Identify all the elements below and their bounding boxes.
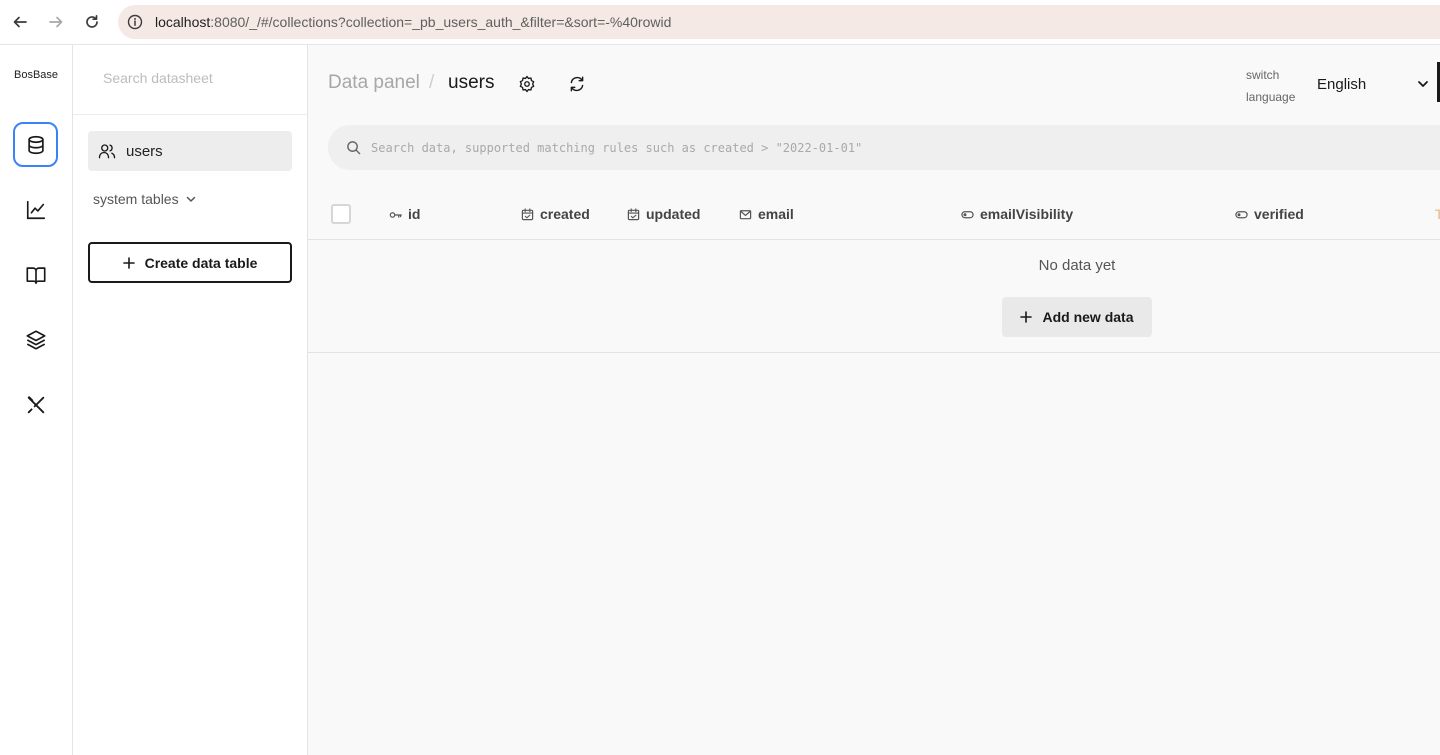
site-info-icon[interactable] bbox=[127, 14, 143, 30]
language-value: English bbox=[1317, 75, 1367, 93]
select-all-checkbox[interactable] bbox=[331, 204, 351, 224]
url-text: localhost:8080/_/#/collections?collectio… bbox=[155, 14, 671, 30]
records-search-input[interactable]: Search data, supported matching rules su… bbox=[328, 125, 1440, 170]
column-label: emailVisibility bbox=[980, 206, 1074, 222]
key-icon bbox=[389, 211, 402, 218]
language-select[interactable]: English bbox=[1317, 74, 1429, 94]
rail-layers-button[interactable] bbox=[13, 317, 58, 362]
add-record-label: Add new data bbox=[1042, 309, 1134, 325]
calendar-icon bbox=[627, 207, 640, 220]
rail-collections-button[interactable] bbox=[13, 122, 58, 167]
create-collection-label: Create data table bbox=[144, 254, 258, 271]
system-tables-toggle[interactable]: system tables bbox=[93, 191, 197, 207]
collection-settings-button[interactable] bbox=[516, 73, 538, 95]
calendar-icon bbox=[521, 207, 534, 220]
column-label: verified bbox=[1254, 206, 1304, 222]
tools-icon bbox=[27, 395, 44, 413]
column-header-verified[interactable]: verified bbox=[1235, 206, 1304, 222]
create-collection-button[interactable]: Create data table bbox=[88, 242, 292, 283]
breadcrumb-root[interactable]: Data panel bbox=[328, 72, 420, 94]
plus-icon bbox=[122, 256, 135, 269]
column-header-created[interactable]: created bbox=[521, 206, 590, 222]
plus-icon bbox=[1020, 311, 1033, 323]
book-icon bbox=[25, 266, 46, 284]
column-header-updated[interactable]: updated bbox=[627, 206, 700, 222]
sidebar-item-users[interactable]: users bbox=[88, 131, 292, 171]
collections-sidebar: Search datasheet users system tables Cre… bbox=[73, 45, 308, 755]
records-search-placeholder: Search data, supported matching rules su… bbox=[371, 140, 863, 155]
toggle-icon bbox=[1235, 210, 1248, 218]
refresh-icon bbox=[570, 76, 584, 92]
back-icon[interactable] bbox=[9, 11, 31, 33]
system-tables-label: system tables bbox=[93, 191, 179, 207]
sidebar-item-label: users bbox=[126, 142, 163, 160]
breadcrumb-separator: / bbox=[429, 72, 435, 93]
add-record-button[interactable]: Add new data bbox=[1002, 297, 1152, 337]
forward-icon[interactable] bbox=[45, 11, 67, 33]
mail-icon bbox=[739, 209, 752, 219]
layers-icon bbox=[25, 329, 46, 350]
column-header-id[interactable]: id bbox=[389, 206, 420, 222]
column-header-emailvisibility[interactable]: emailVisibility bbox=[961, 206, 1073, 222]
rail-logs-button[interactable] bbox=[13, 187, 58, 232]
column-label: created bbox=[540, 206, 590, 222]
database-icon bbox=[27, 135, 44, 154]
address-bar[interactable]: localhost:8080/_/#/collections?collectio… bbox=[118, 5, 1440, 39]
app-rail: BosBase bbox=[0, 45, 73, 755]
column-label: id bbox=[408, 206, 421, 222]
empty-state: No data yet Add new data bbox=[308, 240, 1440, 353]
rail-docs-button[interactable] bbox=[13, 252, 58, 297]
main-panel: Data panel / users switch language Engli… bbox=[308, 45, 1440, 755]
table-header: id created updated email emailVisibility… bbox=[308, 189, 1440, 240]
switch-language-label: switch language bbox=[1246, 68, 1296, 104]
empty-state-text: No data yet bbox=[1038, 257, 1116, 274]
column-label: email bbox=[758, 206, 794, 222]
url-path: :8080/_/#/collections?collection=_pb_use… bbox=[210, 14, 672, 30]
refresh-button[interactable] bbox=[566, 73, 588, 95]
column-header-email[interactable]: email bbox=[739, 206, 794, 222]
reload-icon[interactable] bbox=[81, 11, 103, 33]
url-host: localhost bbox=[155, 14, 211, 30]
column-label: updated bbox=[646, 206, 701, 222]
brand-logo: BosBase bbox=[13, 69, 59, 81]
collections-search-input[interactable]: Search datasheet bbox=[73, 45, 307, 115]
page-title: users bbox=[448, 72, 495, 93]
gear-icon bbox=[519, 75, 535, 93]
search-icon bbox=[347, 141, 361, 155]
column-header-overflow: T bbox=[1435, 206, 1440, 222]
users-icon bbox=[98, 144, 116, 159]
chart-icon bbox=[26, 200, 45, 219]
chevron-down-icon bbox=[186, 196, 195, 202]
toggle-icon bbox=[961, 210, 974, 218]
rail-settings-button[interactable] bbox=[13, 382, 58, 427]
chevron-down-icon bbox=[1418, 81, 1428, 87]
browser-toolbar: localhost:8080/_/#/collections?collectio… bbox=[0, 0, 1440, 45]
